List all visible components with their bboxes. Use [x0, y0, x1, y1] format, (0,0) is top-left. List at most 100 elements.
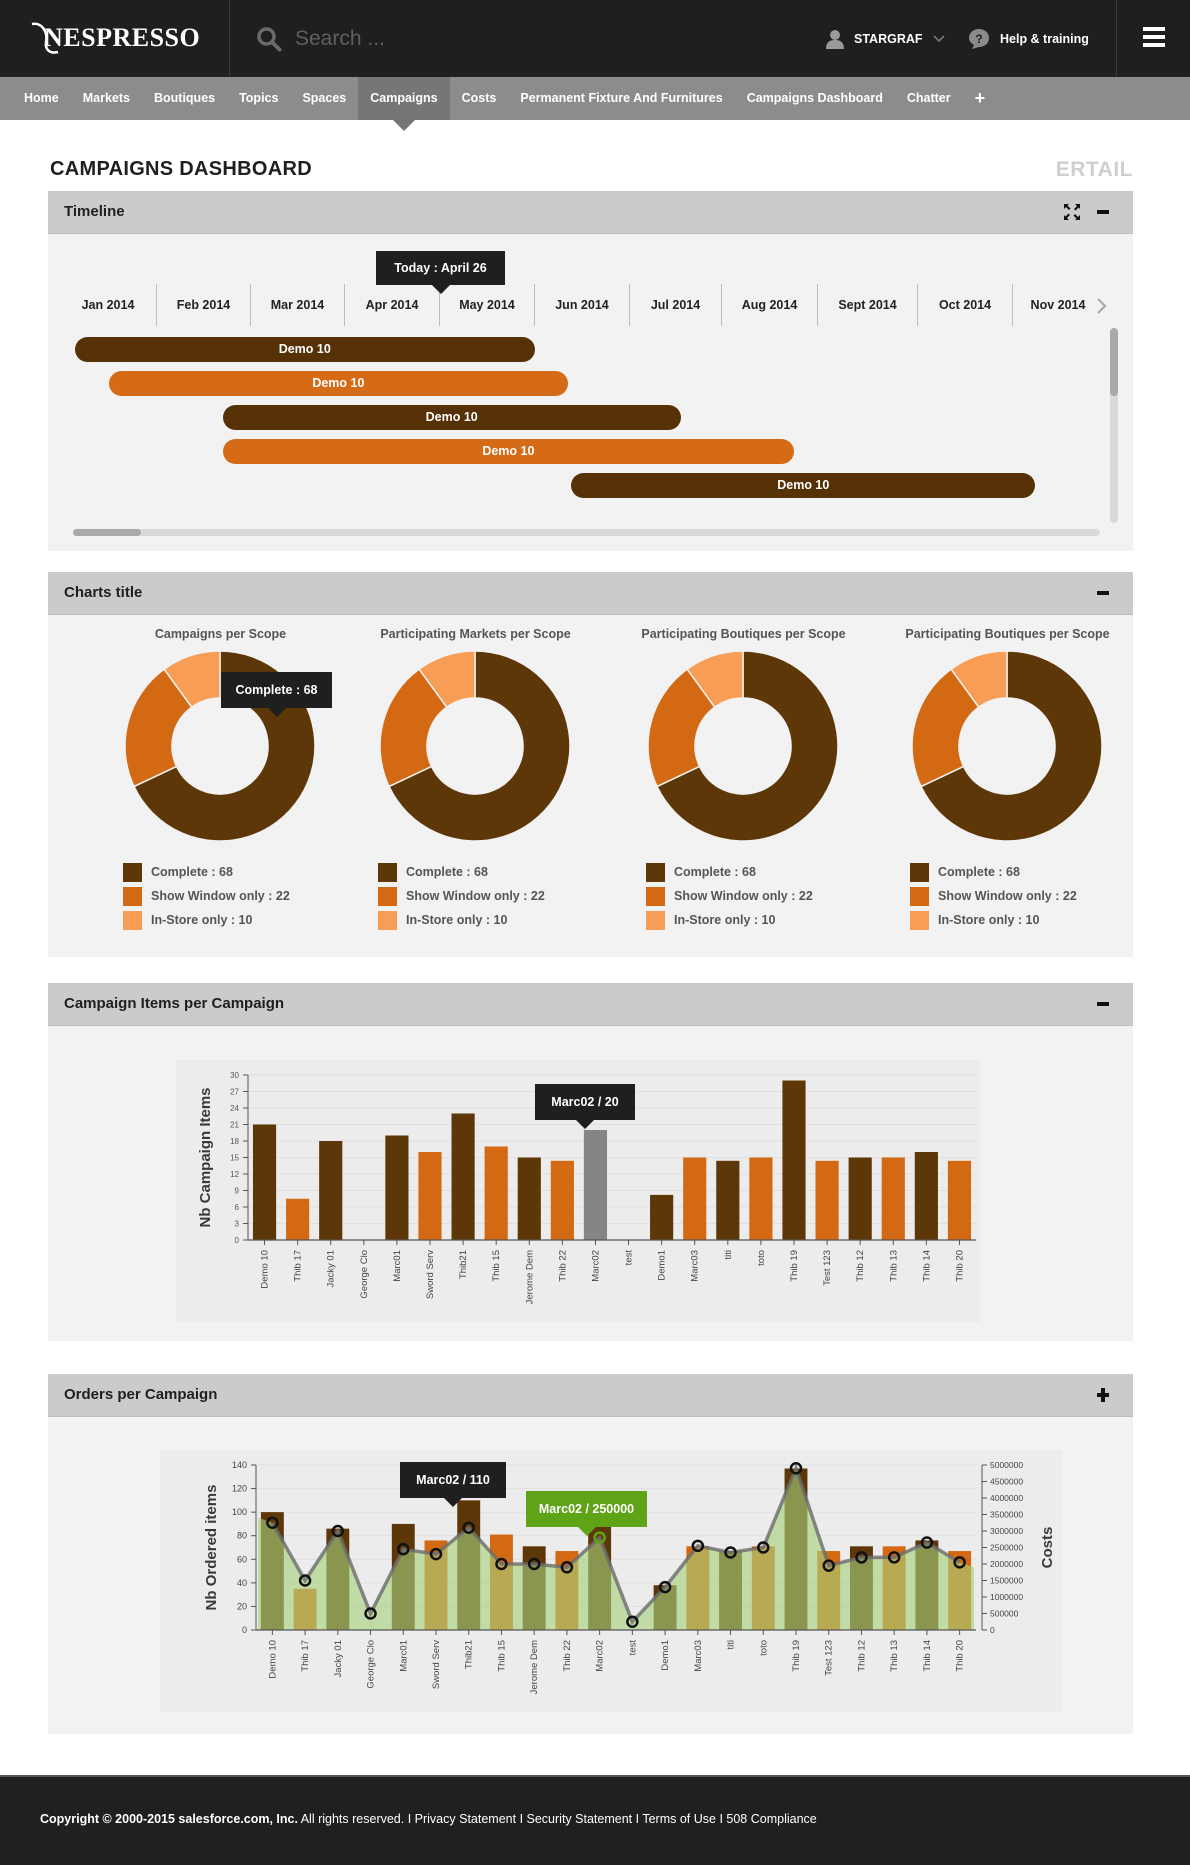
- timeline-bar[interactable]: Demo 10: [222, 405, 681, 430]
- bar[interactable]: [286, 1198, 310, 1240]
- bar[interactable]: [881, 1157, 905, 1241]
- bar[interactable]: [451, 1113, 475, 1241]
- x-tick-label: George Clo: [366, 1640, 377, 1689]
- legend-swatch: [646, 886, 665, 906]
- y2-tick-label: 0: [990, 1625, 995, 1635]
- privacy-statement-link[interactable]: Privacy Statement: [415, 1812, 516, 1826]
- bar[interactable]: [583, 1130, 608, 1240]
- y-axis-label: Nb Ordered items: [203, 1485, 220, 1611]
- fullscreen-icon[interactable]: [1063, 203, 1081, 221]
- nav-item-permanent-fixture[interactable]: Permanent Fixture And Furnitures: [508, 77, 734, 120]
- y-tick-label: 100: [232, 1507, 247, 1517]
- legend-item[interactable]: Show Window only : 22: [378, 884, 608, 908]
- bar[interactable]: [683, 1157, 707, 1241]
- bar[interactable]: [914, 1152, 938, 1240]
- nav-item-campaigns-dashboard[interactable]: Campaigns Dashboard: [735, 77, 895, 120]
- terms-of-use-link[interactable]: Terms of Use: [642, 1812, 716, 1826]
- x-tick-label: Thib 20: [954, 1250, 965, 1282]
- orders-chart: 0 20 40 60 80 100 120 140 Nb Ordered items 0 50000…: [160, 1450, 1062, 1712]
- y-tick-label: 60: [237, 1554, 247, 1564]
- ordered-items-tooltip: Marc02 / 110: [400, 1462, 506, 1507]
- bar[interactable]: [252, 1124, 277, 1241]
- legend-item[interactable]: Complete : 68: [123, 860, 353, 884]
- nav-add-tab-button[interactable]: +: [963, 77, 998, 120]
- bar[interactable]: [716, 1160, 740, 1240]
- chevron-right-icon[interactable]: [1095, 297, 1109, 315]
- timeline-panel-header: Timeline: [48, 191, 1133, 234]
- horizontal-scrollbar[interactable]: [73, 529, 1100, 536]
- legend-label: Show Window only : 22: [406, 889, 545, 903]
- y-tick-label: 140: [232, 1460, 247, 1470]
- nav-item-boutiques[interactable]: Boutiques: [142, 77, 227, 120]
- legend-item[interactable]: Show Window only : 22: [123, 884, 353, 908]
- legend-item[interactable]: In-Store only : 10: [646, 908, 876, 932]
- timeline-bar[interactable]: Demo 10: [74, 337, 535, 362]
- bar[interactable]: [650, 1194, 674, 1240]
- bar[interactable]: [484, 1146, 508, 1241]
- timeline-bar[interactable]: Demo 10: [571, 473, 1036, 498]
- x-tick-label: Demo1: [657, 1250, 668, 1281]
- nav-item-chatter[interactable]: Chatter: [895, 77, 963, 120]
- timeline-bar[interactable]: Demo 10: [108, 371, 569, 396]
- legend-item[interactable]: Show Window only : 22: [910, 884, 1140, 908]
- user-menu[interactable]: STARGRAF: [826, 26, 945, 52]
- bar[interactable]: [815, 1160, 839, 1240]
- x-tick-label: Test 123: [822, 1250, 833, 1286]
- nav-item-topics[interactable]: Topics: [227, 77, 290, 120]
- timeline-month: Apr 2014: [345, 284, 440, 326]
- timeline-month: Aug 2014: [722, 284, 818, 326]
- bar[interactable]: [947, 1160, 972, 1240]
- donut-chart: [379, 650, 571, 842]
- bar[interactable]: [782, 1080, 806, 1241]
- donut-chart-title: Participating Boutiques per Scope: [905, 627, 1110, 641]
- legend-item[interactable]: Complete : 68: [910, 860, 1140, 884]
- vertical-scrollbar-thumb[interactable]: [1110, 328, 1118, 396]
- help-training-link[interactable]: ? Help & training: [968, 26, 1089, 52]
- nav-item-spaces[interactable]: Spaces: [290, 77, 358, 120]
- nav-item-markets[interactable]: Markets: [71, 77, 142, 120]
- donut-chart-title: Participating Markets per Scope: [380, 627, 571, 641]
- horizontal-scrollbar-thumb[interactable]: [73, 529, 141, 536]
- today-tooltip: Today : April 26: [376, 251, 505, 294]
- nespresso-logo[interactable]: NESPRESSO: [30, 18, 200, 58]
- legend-item[interactable]: Complete : 68: [378, 860, 608, 884]
- legend-item[interactable]: In-Store only : 10: [123, 908, 353, 932]
- timeline-month: Mar 2014: [251, 284, 345, 326]
- x-tick-label: Thib 15: [491, 1250, 502, 1282]
- timeline-bar[interactable]: Demo 10: [222, 439, 794, 464]
- search-input[interactable]: [295, 22, 675, 56]
- vertical-scrollbar[interactable]: [1110, 328, 1118, 523]
- nav-item-costs[interactable]: Costs: [450, 77, 509, 120]
- legend-label: Show Window only : 22: [151, 889, 290, 903]
- timeline-month: Jul 2014: [630, 284, 722, 326]
- legend-item[interactable]: Show Window only : 22: [646, 884, 876, 908]
- x-tick-label: Thib 20: [955, 1640, 966, 1672]
- y2-tick-label: 1500000: [990, 1576, 1023, 1586]
- x-tick-label: test: [627, 1640, 638, 1656]
- bar[interactable]: [749, 1157, 773, 1241]
- collapse-timeline-button[interactable]: [1095, 204, 1111, 220]
- nav-item-home[interactable]: Home: [12, 77, 71, 120]
- hamburger-menu-icon[interactable]: [1143, 27, 1165, 47]
- expand-orders-button[interactable]: [1095, 1387, 1111, 1403]
- bar[interactable]: [550, 1160, 574, 1240]
- y2-tick-label: 1000000: [990, 1592, 1023, 1602]
- bar[interactable]: [848, 1157, 872, 1241]
- legend-item[interactable]: Complete : 68: [646, 860, 876, 884]
- bar[interactable]: [418, 1152, 442, 1240]
- collapse-charts-button[interactable]: [1095, 585, 1111, 601]
- x-tick-label: Marc01: [392, 1250, 403, 1282]
- y-tick-label: 30: [230, 1071, 239, 1080]
- bar[interactable]: [319, 1141, 343, 1240]
- x-tick-label: Thib 14: [921, 1250, 932, 1282]
- collapse-items-button[interactable]: [1095, 996, 1111, 1012]
- 508-compliance-link[interactable]: 508 Compliance: [726, 1812, 816, 1826]
- nav-item-campaigns[interactable]: Campaigns: [358, 77, 450, 131]
- orders-panel: Orders per Campaign 0 20 40 60 80 100 120 140 Nb…: [48, 1374, 1133, 1734]
- bar[interactable]: [517, 1157, 541, 1241]
- security-statement-link[interactable]: Security Statement: [527, 1812, 633, 1826]
- x-tick-label: Thib 22: [562, 1640, 573, 1672]
- legend-item[interactable]: In-Store only : 10: [378, 908, 608, 932]
- bar[interactable]: [385, 1135, 409, 1241]
- legend-item[interactable]: In-Store only : 10: [910, 908, 1140, 932]
